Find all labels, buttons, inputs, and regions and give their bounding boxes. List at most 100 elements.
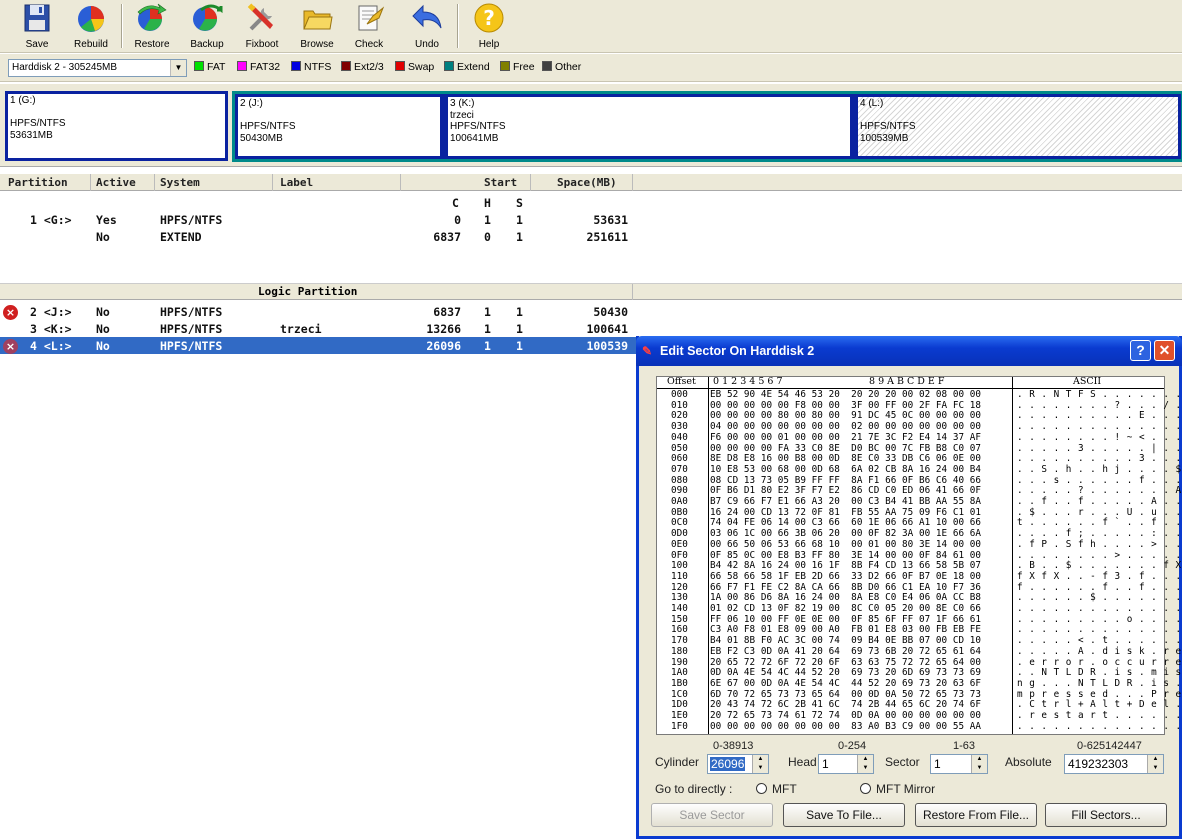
table-row[interactable]: 3 <K:> No HPFS/NTFS trzeci 13266 1 1 100… bbox=[0, 320, 636, 337]
hex-editor[interactable]: Offset 0 1 2 3 4 5 6 7 8 9 A B C D E F A… bbox=[656, 376, 1181, 735]
cell-partition: 2 <J:> bbox=[30, 305, 72, 319]
floppy-disk-icon bbox=[24, 4, 50, 32]
hex-header: Offset 0 1 2 3 4 5 6 7 8 9 A B C D E F A… bbox=[657, 376, 1164, 389]
partition-block-l[interactable]: 4 (L:) HPFS/NTFS 100539MB bbox=[855, 94, 1181, 159]
legend-item: Ext2/3 bbox=[341, 61, 384, 73]
table-row-selected[interactable]: × 4 <L:> No HPFS/NTFS 26096 1 1 100539 bbox=[0, 337, 636, 354]
save-button[interactable]: Save bbox=[10, 2, 64, 52]
check-button[interactable]: Check bbox=[342, 2, 396, 52]
save-to-file-button[interactable]: Save To File... bbox=[783, 803, 905, 827]
undo-button[interactable]: Undo bbox=[400, 2, 454, 52]
browse-button[interactable]: Browse bbox=[290, 2, 344, 52]
sector-input[interactable]: 1 ▲ ▼ bbox=[930, 754, 988, 774]
cell-active: No bbox=[96, 339, 110, 353]
column-system[interactable]: System bbox=[160, 176, 200, 189]
rebuild-label: Rebuild bbox=[74, 39, 108, 50]
mft-mirror-radio[interactable]: MFT Mirror bbox=[860, 782, 935, 796]
column-start[interactable]: Start bbox=[484, 176, 517, 189]
undo-arrow-icon bbox=[412, 4, 442, 29]
cell-system: HPFS/NTFS bbox=[160, 339, 223, 353]
absolute-input[interactable]: 419232303 ▲ ▼ bbox=[1064, 754, 1164, 774]
sector-value: 1 bbox=[934, 757, 941, 771]
sector-range: 1-63 bbox=[953, 740, 976, 752]
sector-label: Sector bbox=[885, 755, 920, 769]
cell-h: 1 bbox=[484, 339, 491, 353]
backup-button[interactable]: Backup bbox=[180, 2, 234, 52]
legend-swatch bbox=[237, 61, 247, 71]
fill-sectors-button[interactable]: Fill Sectors... bbox=[1045, 803, 1167, 827]
app-icon: ✎ bbox=[642, 344, 653, 358]
save-sector-button[interactable]: Save Sector bbox=[651, 803, 773, 827]
help-title-button[interactable]: ? bbox=[1130, 340, 1151, 361]
cell-c: 6837 bbox=[433, 230, 461, 244]
table-row[interactable]: No EXTEND 6837 0 1 251611 bbox=[0, 228, 636, 245]
table-row[interactable]: 1 <G:> Yes HPFS/NTFS 0 1 1 53631 bbox=[0, 211, 636, 228]
cell-s: 1 bbox=[516, 230, 523, 244]
column-space[interactable]: Space(MB) bbox=[557, 176, 617, 189]
cell-partition: 3 <K:> bbox=[30, 322, 72, 336]
dialog-titlebar[interactable]: ✎ Edit Sector On Harddisk 2 ? ✕ bbox=[636, 336, 1182, 366]
spinner-arrows-icon[interactable]: ▲ ▼ bbox=[971, 755, 987, 773]
cell-active: No bbox=[96, 230, 110, 244]
absolute-value: 419232303 bbox=[1068, 757, 1129, 771]
svg-text:?: ? bbox=[483, 6, 495, 30]
spinner-arrows-icon[interactable]: ▲ ▼ bbox=[857, 755, 873, 773]
restore-button[interactable]: Restore bbox=[125, 2, 179, 52]
close-button[interactable]: ✕ bbox=[1154, 340, 1175, 361]
cell-system: HPFS/NTFS bbox=[160, 322, 223, 336]
partition-block-k[interactable]: 3 (K:) trzeci HPFS/NTFS 100641MB bbox=[445, 94, 853, 159]
extended-partition-block: 2 (J:) HPFS/NTFS 50430MB 3 (K:) trzeci H… bbox=[232, 91, 1182, 162]
cell-s: 1 bbox=[516, 339, 523, 353]
legend-swatch bbox=[444, 61, 454, 71]
error-icon: × bbox=[3, 305, 18, 320]
legend-bar: Harddisk 2 - 305245MB ▼ FAT FAT32 NTFS E… bbox=[0, 54, 1182, 82]
disk-selector[interactable]: Harddisk 2 - 305245MB ▼ bbox=[8, 59, 187, 77]
restore-label: Restore bbox=[134, 39, 170, 50]
partition-block-g[interactable]: 1 (G:) HPFS/NTFS 53631MB bbox=[5, 91, 228, 161]
column-label[interactable]: Label bbox=[280, 176, 313, 189]
cylinder-input[interactable]: 26096 ▲ ▼ bbox=[707, 754, 769, 774]
hex-header-ascii: ASCII bbox=[1073, 376, 1102, 387]
legend-item: Other bbox=[542, 61, 581, 73]
help-question-icon: ? bbox=[474, 3, 504, 33]
partition-block-label bbox=[240, 110, 438, 122]
legend-item: Extend bbox=[444, 61, 490, 73]
column-active[interactable]: Active bbox=[96, 176, 136, 189]
cell-s: 1 bbox=[516, 305, 523, 319]
dialog-title: Edit Sector On Harddisk 2 bbox=[660, 344, 815, 358]
mft-radio[interactable]: MFT bbox=[756, 782, 797, 796]
legend-item: NTFS bbox=[291, 61, 331, 73]
hex-header-offset: Offset bbox=[667, 376, 696, 387]
fixboot-button[interactable]: Fixboot bbox=[235, 2, 289, 52]
undo-label: Undo bbox=[415, 39, 439, 50]
cell-space: 53631 bbox=[593, 213, 628, 227]
head-range: 0-254 bbox=[838, 740, 867, 752]
restore-from-file-button[interactable]: Restore From File... bbox=[915, 803, 1037, 827]
radio-icon bbox=[756, 783, 767, 794]
partition-block-title: 4 (L:) bbox=[860, 98, 884, 109]
rebuild-pie-icon bbox=[78, 6, 104, 32]
table-row[interactable]: × 2 <J:> No HPFS/NTFS 6837 1 1 50430 bbox=[0, 303, 636, 320]
hex-bytes[interactable]: EB 52 90 4E 54 46 53 20 20 20 20 00 02 0… bbox=[710, 389, 981, 733]
partition-block-label bbox=[10, 107, 223, 119]
help-label: Help bbox=[478, 39, 500, 50]
cell-partition: 1 <G:> bbox=[30, 213, 72, 227]
spinner-arrows-icon[interactable]: ▲ ▼ bbox=[1147, 755, 1163, 773]
browse-label: Browse bbox=[300, 39, 334, 50]
backup-icon bbox=[193, 4, 223, 31]
partition-block-size: 50430MB bbox=[240, 132, 283, 144]
spinner-arrows-icon[interactable]: ▲ ▼ bbox=[752, 755, 768, 773]
chevron-down-icon[interactable]: ▼ bbox=[170, 60, 186, 76]
head-input[interactable]: 1 ▲ ▼ bbox=[818, 754, 874, 774]
cell-active: No bbox=[96, 322, 110, 336]
cell-h: 0 bbox=[484, 230, 491, 244]
partition-block-j[interactable]: 2 (J:) HPFS/NTFS 50430MB bbox=[235, 94, 443, 159]
hex-ascii: . R . N T F S . . . . . . . . . . . . . … bbox=[1017, 389, 1182, 732]
help-button[interactable]: ? Help bbox=[462, 2, 516, 52]
backup-label: Backup bbox=[190, 39, 224, 50]
rebuild-button[interactable]: Rebuild bbox=[64, 2, 118, 52]
chs-header: C H S bbox=[0, 194, 636, 211]
absolute-label: Absolute bbox=[1005, 755, 1052, 769]
column-partition[interactable]: Partition bbox=[8, 176, 68, 189]
save-label: Save bbox=[25, 39, 49, 50]
